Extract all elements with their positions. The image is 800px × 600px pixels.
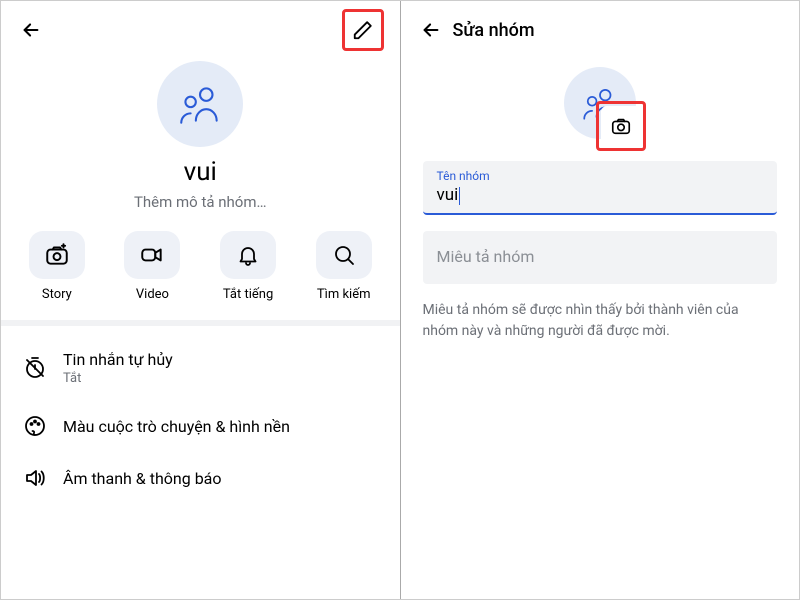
back-button[interactable] bbox=[17, 16, 45, 44]
sounds-item[interactable]: Âm thanh & thông báo bbox=[1, 452, 400, 504]
people-icon bbox=[175, 79, 225, 129]
group-avatar-edit bbox=[401, 67, 800, 139]
group-name-label: Tên nhóm bbox=[437, 169, 764, 183]
arrow-left-icon bbox=[20, 19, 42, 41]
video-action[interactable]: Video bbox=[113, 231, 191, 302]
group-info-panel: vui Thêm mô tả nhóm… Story Video Tắt tiế… bbox=[1, 1, 401, 599]
actions-row: Story Video Tắt tiếng Tìm kiếm bbox=[1, 211, 400, 320]
group-desc-field[interactable]: Miêu tả nhóm bbox=[423, 231, 778, 284]
story-action[interactable]: Story bbox=[18, 231, 96, 302]
group-avatar[interactable] bbox=[1, 61, 400, 147]
disappearing-messages-item[interactable]: Tin nhắn tự hủy Tắt bbox=[1, 336, 400, 400]
search-action[interactable]: Tìm kiếm bbox=[305, 231, 383, 302]
edit-group-panel: Sửa nhóm Tên nhóm vui Miêu tả nhóm Miêu … bbox=[401, 1, 800, 599]
video-icon bbox=[139, 242, 165, 268]
back-button[interactable] bbox=[417, 16, 445, 44]
group-name-input[interactable]: vui bbox=[437, 185, 764, 205]
group-desc-placeholder: Miêu tả nhóm bbox=[437, 239, 764, 274]
group-name-field[interactable]: Tên nhóm vui bbox=[423, 161, 778, 215]
pencil-icon bbox=[352, 19, 374, 41]
description-hint: Miêu tả nhóm sẽ được nhìn thấy bởi thành… bbox=[401, 300, 800, 342]
group-name: vui bbox=[1, 157, 400, 187]
edit-form: Tên nhóm vui Miêu tả nhóm bbox=[401, 139, 800, 284]
header bbox=[1, 1, 400, 53]
page-title: Sửa nhóm bbox=[453, 20, 535, 41]
edit-button[interactable] bbox=[347, 14, 379, 46]
camera-icon bbox=[610, 115, 632, 137]
settings-list: Tin nhắn tự hủy Tắt Màu cuộc trò chuyện … bbox=[1, 326, 400, 514]
change-photo-button[interactable] bbox=[601, 106, 641, 146]
search-icon bbox=[332, 243, 356, 267]
camera-plus-icon bbox=[44, 242, 70, 268]
palette-icon bbox=[23, 414, 47, 438]
arrow-left-icon bbox=[420, 19, 442, 41]
edit-highlight bbox=[342, 9, 384, 51]
speaker-icon bbox=[23, 466, 47, 490]
group-description-add[interactable]: Thêm mô tả nhóm… bbox=[1, 193, 400, 211]
timer-off-icon bbox=[23, 356, 47, 380]
bell-icon bbox=[236, 243, 260, 267]
chat-color-item[interactable]: Màu cuộc trò chuyện & hình nền bbox=[1, 400, 400, 452]
mute-action[interactable]: Tắt tiếng bbox=[209, 231, 287, 302]
camera-highlight bbox=[596, 101, 646, 151]
header: Sửa nhóm bbox=[401, 1, 800, 53]
